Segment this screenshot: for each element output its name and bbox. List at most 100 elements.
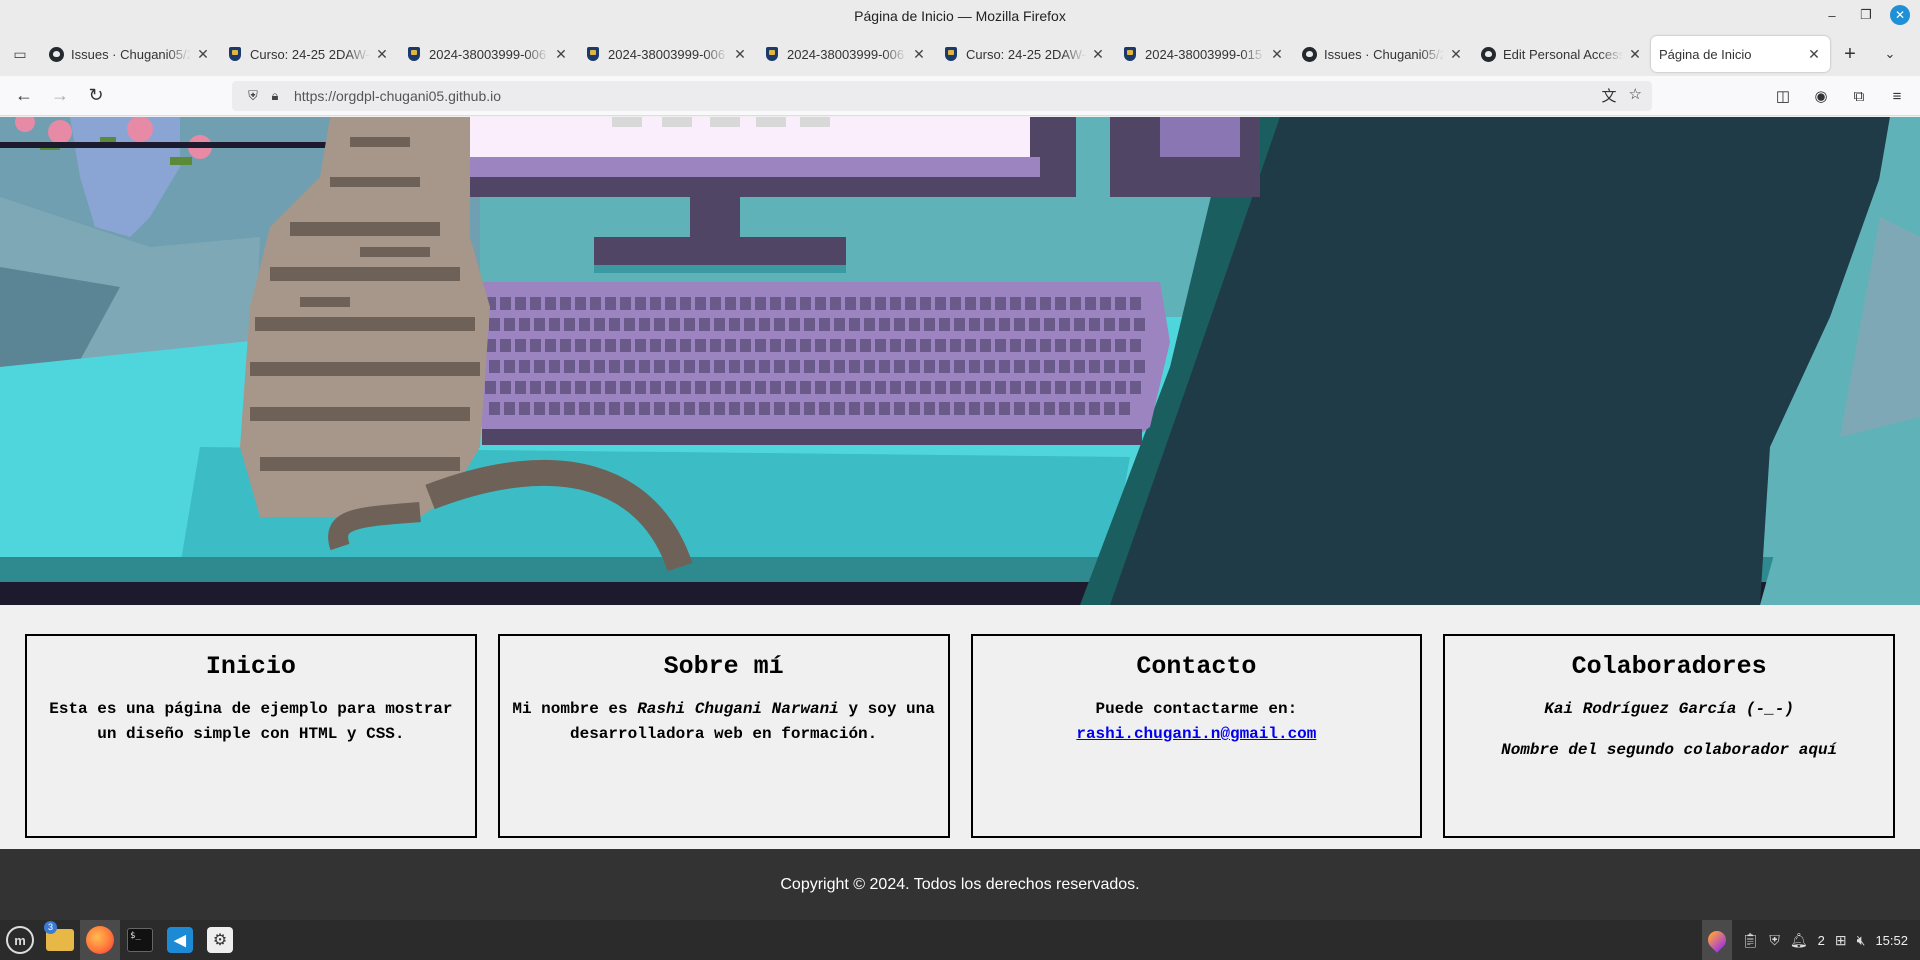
tab-close-icon[interactable]: ✕: [1090, 46, 1106, 63]
forward-icon[interactable]: →: [42, 80, 78, 112]
keyboard-key: [669, 402, 680, 415]
new-tab-icon[interactable]: +: [1830, 36, 1870, 72]
keyboard-key: [879, 360, 890, 373]
tab-close-icon[interactable]: ✕: [195, 46, 211, 63]
reload-icon[interactable]: ↻: [78, 80, 114, 112]
shield-icon[interactable]: ⛨: [1769, 932, 1780, 949]
keyboard-key: [1104, 402, 1115, 415]
keyboard-key: [999, 402, 1010, 415]
tab-close-icon[interactable]: ✕: [1806, 46, 1822, 63]
url-bar[interactable]: ⛨ 🔒︎ https://orgdpl-chugani05.github.io …: [232, 81, 1652, 111]
browser-tab[interactable]: Curso: 24-25 2DAW- ✕: [935, 36, 1114, 72]
url-text[interactable]: https://orgdpl-chugani05.github.io: [294, 88, 501, 104]
list-all-tabs-icon[interactable]: ⌄: [1870, 36, 1910, 72]
extensions-icon[interactable]: ⧉: [1844, 80, 1874, 112]
footer-copyright: Copyright © 2024. Todos los derechos res…: [780, 875, 1140, 893]
browser-tab[interactable]: Edit Personal Access ✕: [1472, 36, 1651, 72]
bookmark-star-icon[interactable]: ☆: [1629, 85, 1642, 106]
keyboard-key: [725, 339, 736, 352]
card-title-contacto: Contacto: [1136, 652, 1257, 681]
keyboard-key: [1040, 297, 1051, 310]
tab-label: Curso: 24-25 2DAW-: [250, 46, 370, 62]
tab-close-icon[interactable]: ✕: [1269, 46, 1285, 63]
close-icon[interactable]: ✕: [1890, 5, 1910, 25]
clipboard-icon[interactable]: 📋︎: [1742, 932, 1760, 949]
keyboard-key: [1130, 381, 1141, 394]
browser-tab[interactable]: 2024-38003999-006 ✕: [577, 36, 756, 72]
email-link[interactable]: rashi.chugani.n@gmail.com: [1076, 725, 1316, 743]
browser-tab[interactable]: 2024-38003999-015 ✕: [1114, 36, 1293, 72]
keyboard-key: [639, 402, 650, 415]
keyboard-key: [1014, 360, 1025, 373]
keyboard-key: [860, 297, 871, 310]
pocket-icon[interactable]: ◫: [1768, 80, 1798, 112]
keyboard-key: [759, 402, 770, 415]
taskbar-settings[interactable]: ⚙: [200, 920, 240, 960]
browser-tab[interactable]: Issues · Chugani05/2 ✕: [40, 36, 219, 72]
account-icon[interactable]: ◉: [1806, 80, 1836, 112]
browser-tab[interactable]: Issues · Chugani05/2 ✕: [1293, 36, 1472, 72]
taskbar-files[interactable]: 3: [40, 920, 80, 960]
tab-close-icon[interactable]: ✕: [1448, 46, 1464, 63]
browser-tab[interactable]: 2024-38003999-006 ✕: [398, 36, 577, 72]
tab-label: Edit Personal Access: [1503, 46, 1623, 62]
keyboard-key: [875, 381, 886, 394]
start-menu-button[interactable]: m: [0, 920, 40, 960]
tab-close-icon[interactable]: ✕: [374, 46, 390, 63]
web-page: Inicio Esta es una página de ejemplo par…: [0, 117, 1920, 920]
keyboard-key: [770, 297, 781, 310]
tab-label: 2024-38003999-006: [787, 46, 905, 62]
keyboard-key: [545, 297, 556, 310]
ull-icon: [406, 46, 422, 62]
notification-icon[interactable]: 🔔︎: [1790, 932, 1808, 949]
keyboard-key: [819, 318, 830, 331]
tab-close-icon[interactable]: ✕: [732, 46, 748, 63]
keyboard-key: [534, 402, 545, 415]
keyboard-key: [879, 318, 890, 331]
keyboard-key: [515, 381, 526, 394]
keyboard-key: [620, 339, 631, 352]
keyboard-key: [905, 381, 916, 394]
tab-close-icon[interactable]: ✕: [1627, 46, 1643, 63]
taskbar-vscode[interactable]: ◀: [160, 920, 200, 960]
tracking-shield-icon[interactable]: ⛨: [242, 88, 264, 104]
keyboard-key: [669, 360, 680, 373]
keyboard-key: [995, 381, 1006, 394]
back-icon[interactable]: ←: [6, 80, 42, 112]
tab-close-icon[interactable]: ✕: [553, 46, 569, 63]
keyboard-key: [1115, 297, 1126, 310]
tray-app-flame[interactable]: [1701, 920, 1732, 960]
keyboard-key: [1059, 360, 1070, 373]
keyboard-key: [1119, 318, 1130, 331]
keyboard-key: [1040, 339, 1051, 352]
volume-muted-icon[interactable]: 🔇︎: [1857, 932, 1866, 949]
taskbar-firefox[interactable]: [80, 920, 120, 960]
keyboard-key: [579, 402, 590, 415]
keyboard-key: [950, 297, 961, 310]
clock[interactable]: 15:52: [1875, 933, 1908, 948]
translate-icon[interactable]: 文: [1602, 85, 1617, 106]
tab-list-icon[interactable]: ▭: [0, 32, 40, 76]
keyboard-key: [909, 360, 920, 373]
taskbar-terminal[interactable]: $_: [120, 920, 160, 960]
menu-icon[interactable]: ≡: [1882, 80, 1912, 112]
keyboard-key: [875, 339, 886, 352]
keyboard-key: [785, 381, 796, 394]
maximize-icon[interactable]: ❐: [1856, 5, 1876, 25]
keyboard-key: [1029, 318, 1040, 331]
keyboard-key: [639, 318, 650, 331]
lock-icon[interactable]: 🔒︎: [264, 88, 286, 104]
minimize-icon[interactable]: –: [1822, 5, 1842, 25]
vscode-icon: ◀: [167, 927, 193, 953]
keyboard-key: [815, 381, 826, 394]
keyboard-key: [489, 402, 500, 415]
browser-tab[interactable]: Página de Inicio ✕: [1651, 36, 1830, 72]
browser-tab[interactable]: 2024-38003999-006 ✕: [756, 36, 935, 72]
tab-close-icon[interactable]: ✕: [911, 46, 927, 63]
keyboard-key: [954, 360, 965, 373]
card-contacto: Contacto Puede contactarme en: rashi.chug…: [970, 634, 1423, 838]
keyboard-key: [909, 318, 920, 331]
browser-tab[interactable]: Curso: 24-25 2DAW- ✕: [219, 36, 398, 72]
keyboard-key: [800, 381, 811, 394]
network-icon[interactable]: ⊞: [1835, 932, 1847, 949]
